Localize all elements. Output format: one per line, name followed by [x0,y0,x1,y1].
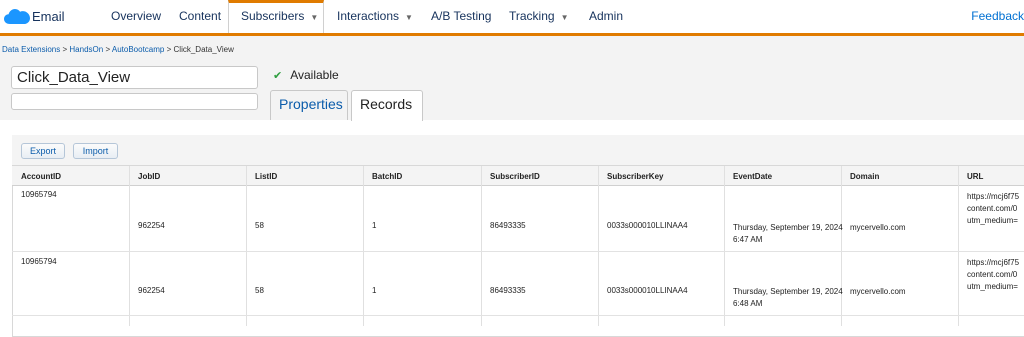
cell-batchid: 1 [372,221,377,230]
column-divider [958,166,959,326]
breadcrumb-autobootcamp[interactable]: AutoBootcamp [112,45,164,54]
cell-accountid: 10965794 [21,190,57,199]
chevron-down-icon: ▼ [405,13,413,22]
nav-ab-testing[interactable]: A/B Testing [431,9,491,23]
nav-subscribers[interactable]: Subscribers ▼ [241,9,318,23]
breadcrumb-handson[interactable]: HandsOn [69,45,103,54]
nav-overview[interactable]: Overview [111,9,161,23]
column-divider [724,166,725,326]
column-header-domain[interactable]: Domain [850,172,879,181]
salesforce-cloud-icon[interactable] [4,8,30,31]
breadcrumb-data-extensions[interactable]: Data Extensions [2,45,60,54]
cell-listid: 58 [255,286,264,295]
status-indicator: ✔ Available [273,68,339,82]
cell-listid: 58 [255,221,264,230]
cell-batchid: 1 [372,286,377,295]
column-header-url[interactable]: URL [967,172,983,181]
breadcrumb: Data Extensions > HandsOn > AutoBootcamp… [2,45,234,54]
breadcrumb-separator: > [105,45,111,54]
tab-records[interactable]: Records [351,90,423,121]
nav-tracking-label: Tracking [509,9,555,23]
app-brand-email[interactable]: Email [32,9,65,24]
column-divider [598,166,599,326]
cell-url[interactable]: https://mcj6f75 content.com/0 utm_medium… [967,191,1019,227]
feedback-link[interactable]: Feedback [971,9,1024,23]
column-divider [363,166,364,326]
column-header-subscriberkey[interactable]: SubscriberKey [607,172,663,181]
tab-properties[interactable]: Properties [270,90,348,120]
cell-url[interactable]: https://mcj6f75 content.com/0 utm_medium… [967,257,1019,293]
column-header-eventdate[interactable]: EventDate [733,172,772,181]
nav-content[interactable]: Content [179,9,221,23]
import-button[interactable]: Import [73,143,118,159]
column-header-accountid[interactable]: AccountID [21,172,61,181]
breadcrumb-separator: > [62,45,68,54]
extension-name-field[interactable] [11,66,258,89]
cell-subscriberid: 86493335 [490,221,526,230]
cell-jobid: 962254 [138,286,165,295]
cell-subscriberkey: 0033s000010LLINAA4 [607,286,688,295]
cell-domain: mycervello.com [850,223,906,232]
nav-interactions-label: Interactions [337,9,400,23]
nav-subscribers-label: Subscribers [241,9,305,23]
row-divider [12,251,1024,252]
column-divider [246,166,247,326]
row-divider [12,315,1024,316]
nav-admin[interactable]: Admin [589,9,623,23]
extension-description-field[interactable] [11,93,258,110]
cell-accountid: 10965794 [21,257,57,266]
status-text: Available [290,68,339,82]
column-divider [481,166,482,326]
export-button[interactable]: Export [21,143,65,159]
cell-eventdate: Thursday, September 19, 2024 6:48 AM [733,287,843,308]
chevron-down-icon: ▼ [310,13,319,22]
nav-tracking[interactable]: Tracking ▼ [509,9,569,23]
chevron-down-icon: ▼ [560,13,569,22]
nav-interactions[interactable]: Interactions ▼ [337,9,413,23]
records-toolbar [12,135,1024,166]
cell-subscriberkey: 0033s000010LLINAA4 [607,221,688,230]
cell-jobid: 962254 [138,221,165,230]
column-header-subscriberid[interactable]: SubscriberID [490,172,540,181]
checkmark-icon: ✔ [273,70,283,82]
cell-eventdate: Thursday, September 19, 2024 6:47 AM [733,223,843,244]
cell-subscriberid: 86493335 [490,286,526,295]
column-header-listid[interactable]: ListID [255,172,277,181]
column-header-jobid[interactable]: JobID [138,172,160,181]
breadcrumb-separator: > [166,45,172,54]
cell-domain: mycervello.com [850,287,906,296]
column-divider [129,166,130,326]
column-header-batchid[interactable]: BatchID [372,172,402,181]
breadcrumb-current: Click_Data_View [173,45,234,54]
